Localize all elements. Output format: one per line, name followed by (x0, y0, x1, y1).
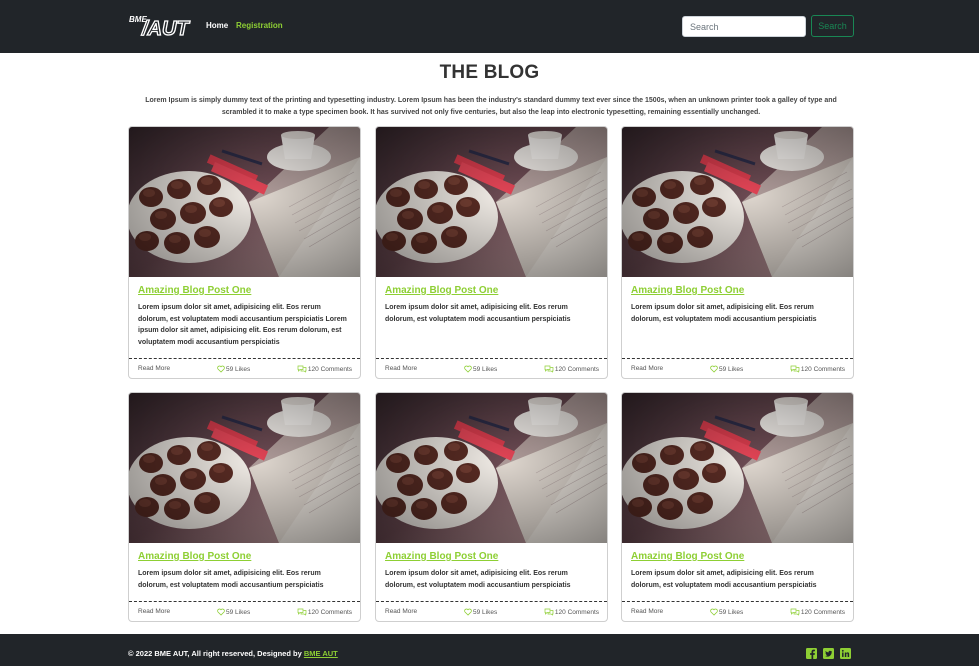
facebook-icon[interactable] (806, 648, 817, 659)
comments-icon (544, 608, 554, 616)
comments-counter[interactable]: 120 Comments (297, 608, 352, 616)
blog-card: Amazing Blog Post One Lorem ipsum dolor … (128, 392, 361, 622)
search-button[interactable]: Search (811, 15, 854, 37)
read-more-link[interactable]: Read More (631, 365, 663, 372)
nav-registration-link[interactable]: Registration (236, 21, 283, 30)
card-footer: Read More 59 Likes 120 Comments (376, 358, 607, 378)
blog-post-title-link[interactable]: Amazing Blog Post One (385, 285, 598, 296)
comments-label: 120 Comments (554, 366, 599, 373)
blog-post-image (129, 127, 360, 277)
blog-post-image (376, 127, 607, 277)
page-footer: © 2022 BME AUT, All right reserved, Desi… (0, 634, 979, 666)
likes-label: 59 Likes (719, 366, 744, 373)
likes-counter[interactable]: 59 Likes (217, 608, 250, 616)
blog-post-title-link[interactable]: Amazing Blog Post One (631, 551, 844, 562)
comments-counter[interactable]: 120 Comments (790, 365, 845, 373)
bme-aut-logo[interactable]: BME /AUT (128, 12, 192, 38)
comments-icon (297, 608, 307, 616)
blog-post-image (622, 393, 853, 543)
comments-icon (790, 365, 800, 373)
likes-counter[interactable]: 59 Likes (464, 608, 497, 616)
blog-post-title-link[interactable]: Amazing Blog Post One (138, 285, 351, 296)
blog-post-title-link[interactable]: Amazing Blog Post One (385, 551, 598, 562)
likes-label: 59 Likes (473, 609, 498, 616)
comments-label: 120 Comments (554, 609, 599, 616)
navbar: BME /AUT Home Registration Search (0, 0, 979, 53)
blog-post-excerpt: Lorem ipsum dolor sit amet, adipisicing … (138, 304, 347, 346)
blog-post-image (129, 393, 360, 543)
card-footer: Read More 59 Likes 120 Comments (622, 601, 853, 621)
intro-text: Lorem Ipsum is simply dummy text of the … (145, 97, 837, 116)
card-footer: Read More 59 Likes 120 Comments (622, 358, 853, 378)
comments-icon (790, 608, 800, 616)
read-more-link[interactable]: Read More (138, 365, 170, 372)
blog-post-excerpt: Lorem ipsum dolor sit amet, adipisicing … (385, 570, 571, 589)
blog-card: Amazing Blog Post One Lorem ipsum dolor … (621, 126, 854, 379)
comments-label: 120 Comments (800, 609, 845, 616)
blog-post-title-link[interactable]: Amazing Blog Post One (138, 551, 351, 562)
likes-counter[interactable]: 59 Likes (464, 365, 497, 373)
likes-label: 59 Likes (226, 609, 251, 616)
twitter-icon[interactable] (823, 648, 834, 659)
card-footer: Read More 59 Likes 120 Comments (129, 358, 360, 378)
card-footer: Read More 59 Likes 120 Comments (376, 601, 607, 621)
read-more-link[interactable]: Read More (631, 608, 663, 615)
comments-label: 120 Comments (307, 609, 352, 616)
likes-label: 59 Likes (473, 366, 498, 373)
blog-post-excerpt: Lorem ipsum dolor sit amet, adipisicing … (385, 304, 571, 323)
likes-label: 59 Likes (719, 609, 744, 616)
card-footer: Read More 59 Likes 120 Comments (129, 601, 360, 621)
page-title: THE BLOG (439, 62, 540, 83)
heart-icon (710, 608, 718, 616)
likes-counter[interactable]: 59 Likes (710, 365, 743, 373)
copyright-text: © 2022 BME AUT, All right reserved, Desi… (128, 649, 338, 658)
blog-card: Amazing Blog Post One Lorem ipsum dolor … (375, 126, 608, 379)
likes-counter[interactable]: 59 Likes (217, 365, 250, 373)
blog-post-excerpt: Lorem ipsum dolor sit amet, adipisicing … (138, 570, 324, 589)
comments-counter[interactable]: 120 Comments (297, 365, 352, 373)
heart-icon (217, 608, 225, 616)
likes-counter[interactable]: 59 Likes (710, 608, 743, 616)
blog-post-excerpt: Lorem ipsum dolor sit amet, adipisicing … (631, 304, 817, 323)
nav-home-link[interactable]: Home (206, 21, 228, 30)
comments-counter[interactable]: 120 Comments (544, 365, 599, 373)
likes-label: 59 Likes (226, 366, 251, 373)
comments-counter[interactable]: 120 Comments (790, 608, 845, 616)
read-more-link[interactable]: Read More (385, 365, 417, 372)
read-more-link[interactable]: Read More (138, 608, 170, 615)
svg-text:/AUT: /AUT (141, 18, 190, 38)
designer-link[interactable]: BME AUT (304, 649, 338, 658)
heart-icon (710, 365, 718, 373)
comments-label: 120 Comments (307, 366, 352, 373)
read-more-link[interactable]: Read More (385, 608, 417, 615)
search-input[interactable] (682, 16, 806, 37)
blog-post-title-link[interactable]: Amazing Blog Post One (631, 285, 844, 296)
copyright-label: © 2022 BME AUT, All right reserved, Desi… (128, 649, 302, 658)
heart-icon (217, 365, 225, 373)
blog-card: Amazing Blog Post One Lorem ipsum dolor … (621, 392, 854, 622)
heart-icon (464, 365, 472, 373)
comments-icon (544, 365, 554, 373)
comments-label: 120 Comments (800, 366, 845, 373)
comments-counter[interactable]: 120 Comments (544, 608, 599, 616)
blog-post-excerpt: Lorem ipsum dolor sit amet, adipisicing … (631, 570, 817, 589)
blog-post-image (622, 127, 853, 277)
linkedin-icon[interactable] (840, 648, 851, 659)
blog-post-image (376, 393, 607, 543)
blog-card: Amazing Blog Post One Lorem ipsum dolor … (128, 126, 361, 379)
blog-card: Amazing Blog Post One Lorem ipsum dolor … (375, 392, 608, 622)
heart-icon (464, 608, 472, 616)
comments-icon (297, 365, 307, 373)
